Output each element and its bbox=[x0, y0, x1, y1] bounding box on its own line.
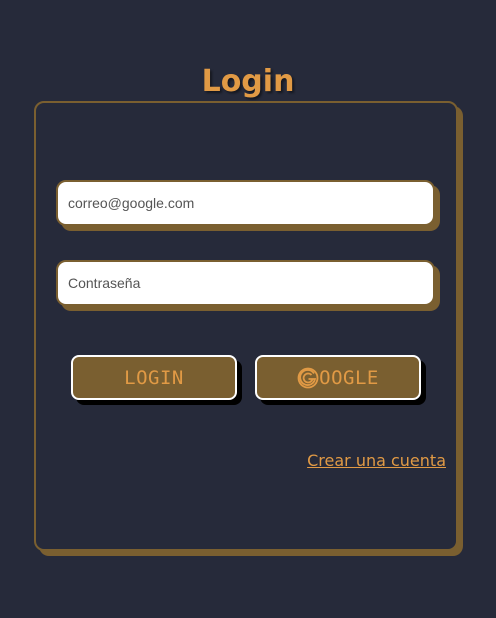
email-field[interactable] bbox=[56, 180, 435, 226]
create-account-link[interactable]: Crear una cuenta bbox=[307, 451, 446, 470]
google-button-label: OOGLE bbox=[319, 366, 379, 389]
password-field[interactable] bbox=[56, 260, 435, 306]
page-title: Login bbox=[201, 64, 295, 99]
login-button-label: LOGIN bbox=[124, 366, 184, 389]
google-login-button[interactable]: OOGLE bbox=[255, 355, 421, 400]
login-button[interactable]: LOGIN bbox=[71, 355, 237, 400]
login-panel bbox=[34, 101, 458, 551]
google-icon bbox=[297, 367, 319, 389]
